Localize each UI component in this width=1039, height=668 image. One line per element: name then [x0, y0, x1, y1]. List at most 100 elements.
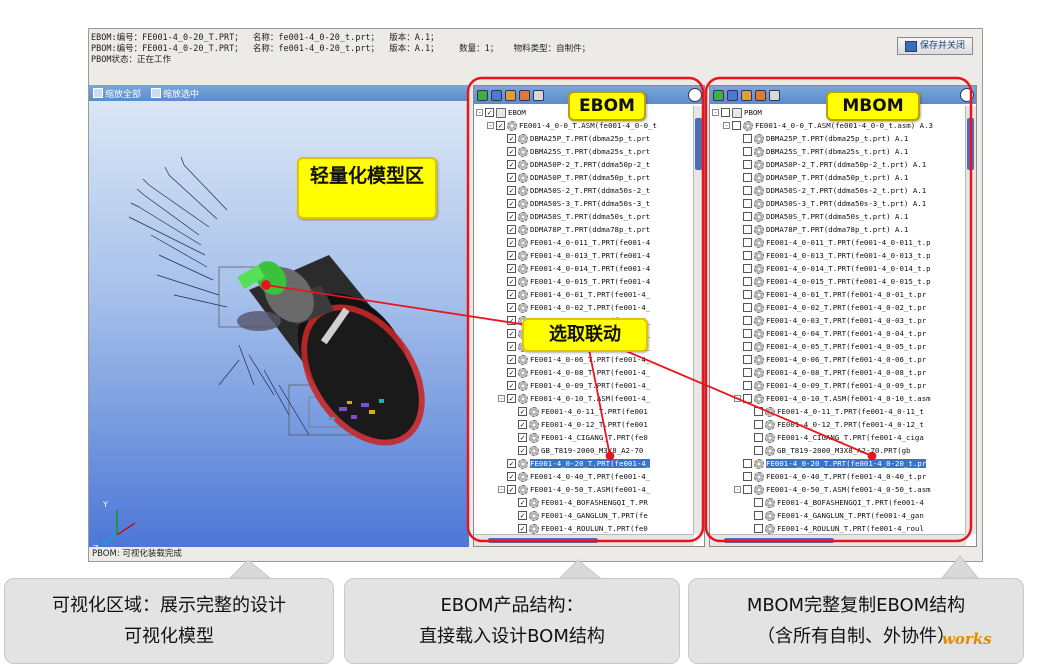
add-icon[interactable]: [713, 89, 724, 101]
tree-row[interactable]: ✓ FE001-4_0-08_T.PRT(fe001-4_: [474, 366, 694, 379]
tree-checkbox[interactable]: ✓: [507, 134, 516, 143]
tree-checkbox[interactable]: [754, 420, 763, 429]
tree-checkbox[interactable]: ✓: [507, 394, 516, 403]
package-icon[interactable]: [741, 89, 752, 101]
tree-checkbox[interactable]: [743, 264, 752, 273]
zoom-selected-button[interactable]: 缩放选中: [151, 87, 199, 100]
tree-row[interactable]: GB_T819-2000_M3X8_A2-70.PRT(gb: [710, 444, 966, 457]
tree-checkbox[interactable]: ✓: [507, 160, 516, 169]
tree-row[interactable]: FE001-4_0-11_T.PRT(fe001-4_0-11_t: [710, 405, 966, 418]
expand-toggle-icon[interactable]: -: [498, 486, 505, 493]
expand-toggle-icon[interactable]: -: [476, 109, 483, 116]
tree-row[interactable]: - FE001-4_0-50_T.ASM(fe001-4_0-50_t.asm: [710, 483, 966, 496]
tree-checkbox[interactable]: ✓: [518, 433, 527, 442]
tree-checkbox[interactable]: ✓: [518, 420, 527, 429]
tree-checkbox[interactable]: [754, 433, 763, 442]
tree-checkbox[interactable]: ✓: [518, 511, 527, 520]
tree-row[interactable]: DDMA50P-2_T.PRT(ddma50p-2_t.prt) A.1: [710, 158, 966, 171]
tree-row[interactable]: ✓ DDMA50P-2_T.PRT(ddma50p-2_t: [474, 158, 694, 171]
tree-checkbox[interactable]: ✓: [518, 524, 527, 533]
remove-icon[interactable]: [727, 89, 738, 101]
tree-checkbox[interactable]: ✓: [507, 212, 516, 221]
tree-checkbox[interactable]: [743, 212, 752, 221]
tree-row[interactable]: - FE001-4_0-10_T.ASM(fe001-4_0-10_t.asm: [710, 392, 966, 405]
tree-checkbox[interactable]: [754, 498, 763, 507]
tree-row[interactable]: FE001-4_ROULUN_T.PRT(fe001-4_roul: [710, 522, 966, 534]
tree-row[interactable]: DDMA50S-3_T.PRT(ddma50s-3_t.prt) A.1: [710, 197, 966, 210]
tree-row[interactable]: FE001-4_0-40_T.PRT(fe001-4_0-40_t.pr: [710, 470, 966, 483]
export-icon[interactable]: [755, 89, 766, 101]
refresh-icon[interactable]: [533, 89, 544, 101]
tree-checkbox[interactable]: [743, 199, 752, 208]
tree-checkbox[interactable]: [754, 407, 763, 416]
tree-row[interactable]: FE001-4_0-04_T.PRT(fe001-4_0-04_t.pr: [710, 327, 966, 340]
tree-row[interactable]: ✓ DDMA50S_T.PRT(ddma50s_t.prt: [474, 210, 694, 223]
tree-checkbox[interactable]: ✓: [507, 381, 516, 390]
tree-row[interactable]: FE001-4_0-014_T.PRT(fe001-4_0-014_t.p: [710, 262, 966, 275]
tree-row[interactable]: ✓ FE001-4_0-12_T.PRT(fe001: [474, 418, 694, 431]
tree-checkbox[interactable]: ✓: [507, 342, 516, 351]
tree-row[interactable]: ✓ DBMA25P_T.PRT(dbma25p_t.prt: [474, 132, 694, 145]
tree-checkbox[interactable]: [743, 485, 752, 494]
tree-checkbox[interactable]: [743, 134, 752, 143]
tree-row[interactable]: ✓ FE001-4_GANGLUN_T.PRT(fe: [474, 509, 694, 522]
tree-checkbox[interactable]: ✓: [507, 225, 516, 234]
tree-row[interactable]: ✓ FE001-4_0-01_T.PRT(fe001-4_: [474, 288, 694, 301]
tree-checkbox[interactable]: ✓: [507, 472, 516, 481]
tree-checkbox[interactable]: ✓: [518, 446, 527, 455]
search-icon[interactable]: [688, 88, 702, 102]
refresh-icon[interactable]: [769, 89, 780, 101]
tree-checkbox[interactable]: [743, 173, 752, 182]
tree-checkbox[interactable]: [743, 316, 752, 325]
tree-row[interactable]: FE001-4_0-12_T.PRT(fe001-4_0-12_t: [710, 418, 966, 431]
tree-checkbox[interactable]: [743, 186, 752, 195]
tree-row[interactable]: ✓ FE001-4_BOFASHENGQI_T.PR: [474, 496, 694, 509]
tree-row[interactable]: FE001-4_0-09_T.PRT(fe001-4_0-09_t.pr: [710, 379, 966, 392]
tree-checkbox[interactable]: [743, 342, 752, 351]
tree-row[interactable]: FE001-4_0-01_T.PRT(fe001-4_0-01_t.pr: [710, 288, 966, 301]
expand-toggle-icon[interactable]: -: [487, 122, 494, 129]
tree-row[interactable]: ✓ FE001-4_0-20_T.PRT(fe001-4_: [474, 457, 694, 470]
tree-row[interactable]: ✓ DDMA50P_T.PRT(ddma50p_t.prt: [474, 171, 694, 184]
tree-row[interactable]: ✓ DDMA50S-3_T.PRT(ddma50s-3_t: [474, 197, 694, 210]
tree-checkbox[interactable]: [743, 277, 752, 286]
tree-checkbox[interactable]: ✓: [518, 407, 527, 416]
tree-row[interactable]: FE001-4_BOFASHENGQI_T.PRT(fe001-4: [710, 496, 966, 509]
tree-row[interactable]: ✓ FE001-4_ROULUN_T.PRT(fe0: [474, 522, 694, 534]
mbom-tree[interactable]: - PBOM - FE001-4_0-0_T.ASM(fe001-4_0-0_t.as…: [710, 106, 966, 534]
tree-checkbox[interactable]: [743, 472, 752, 481]
tree-checkbox[interactable]: [743, 381, 752, 390]
tree-row[interactable]: ✓ GB_T819-2000_M3X8_A2-70: [474, 444, 694, 457]
ebom-scroll-thumb[interactable]: [695, 118, 702, 170]
tree-row[interactable]: FE001-4_0-08_T.PRT(fe001-4_0-08_t.pr: [710, 366, 966, 379]
tree-row[interactable]: FE001-4_0-02_T.PRT(fe001-4_0-02_t.pr: [710, 301, 966, 314]
ebom-horizontal-scrollbar[interactable]: [474, 534, 694, 546]
export-icon[interactable]: [519, 89, 530, 101]
tree-row[interactable]: ✓ FE001-4_0-014_T.PRT(fe001-4: [474, 262, 694, 275]
tree-row[interactable]: ✓ FE001-4_0-06_T.PRT(fe001-4_: [474, 353, 694, 366]
tree-checkbox[interactable]: [732, 121, 741, 130]
tree-checkbox[interactable]: ✓: [507, 485, 516, 494]
tree-checkbox[interactable]: [721, 108, 730, 117]
tree-checkbox[interactable]: [743, 394, 752, 403]
tree-checkbox[interactable]: [743, 238, 752, 247]
mbom-horizontal-scrollbar[interactable]: [710, 534, 966, 546]
tree-checkbox[interactable]: [743, 329, 752, 338]
tree-checkbox[interactable]: ✓: [507, 355, 516, 364]
tree-row[interactable]: FE001-4_GANGLUN_T.PRT(fe001-4_gan: [710, 509, 966, 522]
tree-row[interactable]: ✓ FE001-4_CIGANG_T.PRT(fe0: [474, 431, 694, 444]
tree-checkbox[interactable]: [754, 524, 763, 533]
tree-row[interactable]: FE001-4_CIGANG_T.PRT(fe001-4_ciga: [710, 431, 966, 444]
tree-row[interactable]: ✓ FE001-4_0-011_T.PRT(fe001-4: [474, 236, 694, 249]
save-and-close-button[interactable]: 保存并关闭: [897, 37, 973, 55]
tree-checkbox[interactable]: [743, 290, 752, 299]
tree-row[interactable]: FE001-4_0-015_T.PRT(fe001-4_0-015_t.p: [710, 275, 966, 288]
package-icon[interactable]: [505, 89, 516, 101]
search-icon[interactable]: [960, 88, 974, 102]
tree-row[interactable]: ✓ FE001-4_0-013_T.PRT(fe001-4: [474, 249, 694, 262]
tree-row[interactable]: ✓ FE001-4_0-02_T.PRT(fe001-4_: [474, 301, 694, 314]
tree-row[interactable]: ✓ DBMA25S_T.PRT(dbma25s_t.prt: [474, 145, 694, 158]
ebom-hscroll-thumb[interactable]: [488, 538, 598, 543]
tree-row[interactable]: FE001-4_0-20_T.PRT(fe001-4_0-20_t.pr: [710, 457, 966, 470]
assembly-model-render[interactable]: Y Z: [89, 85, 469, 547]
